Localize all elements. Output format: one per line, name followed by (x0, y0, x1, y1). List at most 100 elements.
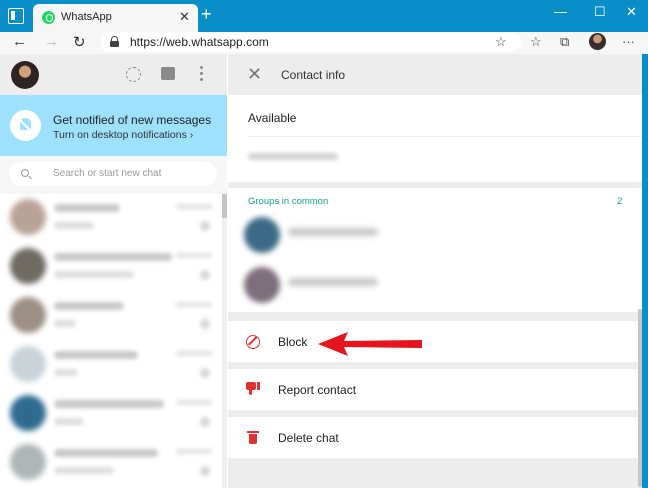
delete-chat-button[interactable]: Delete chat (228, 417, 642, 458)
tab-close-icon[interactable]: ✕ (179, 9, 190, 25)
chat-badge-blurred (200, 466, 210, 476)
tab-title: WhatsApp (61, 11, 112, 23)
user-avatar[interactable] (11, 61, 39, 89)
chat-badge-blurred (200, 221, 210, 231)
divider (248, 136, 642, 137)
chat-badge-blurred (200, 270, 210, 280)
chat-avatar (10, 297, 46, 333)
refresh-button[interactable]: ↻ (73, 33, 86, 51)
chat-badge-blurred (200, 319, 210, 329)
whatsapp-app: Get notified of new messages Turn on des… (0, 54, 642, 488)
chat-list-scrollbar-thumb[interactable] (222, 194, 227, 218)
chat-name-blurred (54, 302, 124, 310)
report-contact-button[interactable]: Report contact (228, 369, 642, 410)
block-icon (246, 335, 260, 349)
chat-badge-blurred (200, 417, 210, 427)
chat-list-item[interactable] (0, 390, 222, 439)
chat-name-blurred (54, 400, 164, 408)
chat-badge-blurred (200, 368, 210, 378)
new-tab-button[interactable]: + (201, 5, 212, 23)
chat-list (0, 194, 222, 488)
favorites-icon[interactable]: ☆ (530, 34, 542, 50)
group-avatar (244, 217, 280, 253)
maximize-button[interactable]: ☐ (594, 4, 606, 20)
chat-sidebar: Get notified of new messages Turn on des… (0, 54, 227, 488)
notify-title: Get notified of new messages (53, 113, 212, 127)
chat-avatar (10, 199, 46, 235)
profile-avatar[interactable] (589, 33, 606, 50)
tab-strip: WhatsApp ✕ + — ☐ ✕ (0, 0, 648, 32)
search-bar: Search or start new chat (0, 156, 227, 194)
groups-label: Groups in common (248, 196, 329, 207)
group-avatar (244, 267, 280, 303)
chat-list-item[interactable] (0, 194, 222, 243)
group-name-blurred (288, 278, 378, 286)
new-chat-icon[interactable] (161, 67, 175, 80)
block-label: Block (278, 335, 308, 349)
browser-window: WhatsApp ✕ + — ☐ ✕ ← → ↻ https://web.wha… (0, 0, 648, 488)
chat-time-blurred (176, 302, 212, 307)
chat-preview-blurred (54, 222, 94, 229)
group-name-blurred (288, 228, 378, 236)
browser-toolbar: ← → ↻ https://web.whatsapp.com ☆ ☆ ⧉ ··· (0, 32, 648, 54)
search-placeholder: Search or start new chat (53, 168, 162, 179)
back-button[interactable]: ← (12, 33, 27, 50)
phone-number-blurred (248, 153, 338, 160)
chat-time-blurred (176, 449, 212, 454)
thumbs-down-icon (246, 382, 260, 396)
close-window-button[interactable]: ✕ (626, 4, 637, 20)
minimize-button[interactable]: — (554, 4, 567, 19)
about-card: Available (228, 95, 642, 182)
sidebar-header (0, 54, 227, 95)
close-icon[interactable]: ✕ (247, 64, 262, 85)
bell-off-icon (10, 110, 41, 141)
group-row[interactable] (236, 264, 634, 306)
report-label: Report contact (278, 383, 357, 397)
chat-preview-blurred (54, 418, 84, 425)
contact-panel-scrollbar[interactable] (638, 309, 642, 487)
trash-icon (247, 430, 259, 445)
contact-info-header: ✕ Contact info (228, 54, 642, 95)
collections-icon[interactable]: ⧉ (560, 34, 569, 50)
chat-list-scrollbar[interactable] (222, 194, 227, 488)
chat-list-item[interactable] (0, 439, 222, 488)
chat-preview-blurred (54, 320, 76, 327)
chat-name-blurred (54, 449, 158, 457)
chat-avatar (10, 395, 46, 431)
chat-preview-blurred (54, 271, 134, 278)
chat-avatar (10, 248, 46, 284)
chat-name-blurred (54, 253, 172, 261)
status-icon[interactable] (126, 67, 141, 82)
block-button[interactable]: Block (228, 321, 642, 362)
chat-list-item[interactable] (0, 292, 222, 341)
panel-title: Contact info (281, 68, 346, 82)
enable-notifications-link[interactable]: Turn on desktop notifications › (53, 129, 193, 141)
chat-preview-blurred (54, 369, 78, 376)
chat-list-item[interactable] (0, 243, 222, 292)
group-row[interactable] (236, 214, 634, 256)
tab-whatsapp[interactable]: WhatsApp ✕ (33, 4, 198, 32)
chat-preview-blurred (54, 467, 114, 474)
search-input[interactable]: Search or start new chat (9, 162, 217, 186)
about-status: Available (248, 111, 297, 125)
add-favorite-icon[interactable]: ☆ (495, 34, 507, 50)
chat-avatar (10, 346, 46, 382)
chat-name-blurred (54, 351, 138, 359)
delete-label: Delete chat (278, 431, 339, 445)
chat-list-item[interactable] (0, 341, 222, 390)
tab-actions-icon[interactable] (8, 8, 24, 24)
groups-count: 2 (617, 196, 623, 207)
chat-time-blurred (176, 204, 212, 209)
whatsapp-favicon-icon (42, 11, 55, 24)
annotation-arrow-icon (318, 332, 422, 356)
lock-icon[interactable] (110, 36, 119, 47)
contact-info-panel: ✕ Contact info Available Groups in commo… (228, 54, 642, 488)
notification-banner[interactable]: Get notified of new messages Turn on des… (0, 95, 227, 156)
url-text[interactable]: https://web.whatsapp.com (130, 35, 269, 49)
address-bar[interactable]: https://web.whatsapp.com ☆ (100, 32, 521, 52)
menu-icon[interactable] (200, 66, 204, 82)
chat-time-blurred (176, 253, 212, 258)
search-icon (21, 169, 29, 177)
forward-button[interactable]: → (44, 33, 59, 50)
more-icon[interactable]: ··· (622, 34, 635, 49)
